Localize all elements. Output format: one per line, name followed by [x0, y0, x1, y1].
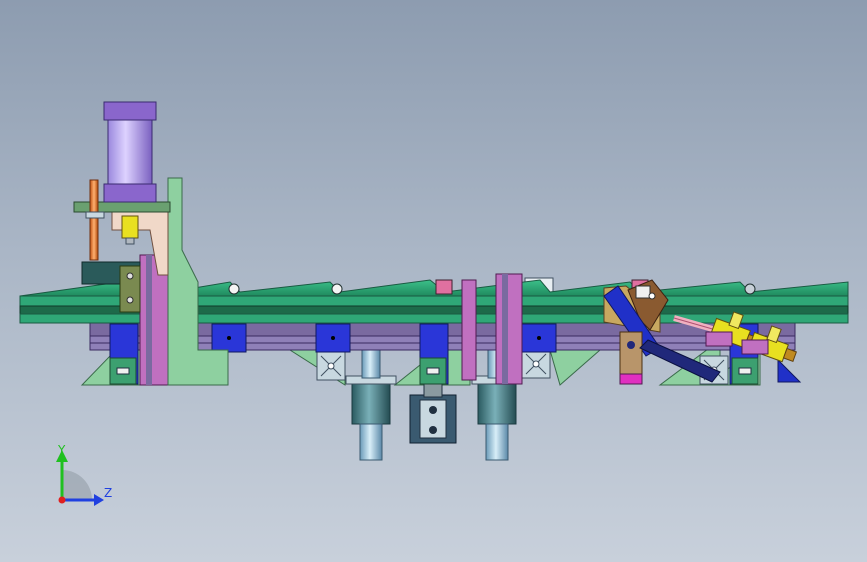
press-side-bracket [167, 177, 229, 386]
cylinder-barrel [107, 119, 153, 185]
clamp-actuator-body [619, 331, 643, 377]
triad-plane [62, 470, 92, 500]
gusset-5 [549, 349, 602, 386]
clamp-actuator-foot [619, 373, 643, 385]
cylinder-cap-top [103, 101, 157, 121]
pillar-housing-left [351, 379, 391, 425]
pillar-housing-right [477, 379, 517, 425]
extrusion-profile-3 [521, 349, 551, 379]
locator-pin-2 [331, 283, 343, 295]
extrusion-profile-2 [316, 351, 346, 381]
fixture-assembly-drawing: Y Z [19, 101, 849, 506]
clamp-wedge [777, 358, 802, 383]
triad-z-label: Z [104, 486, 112, 500]
press-fitting [121, 215, 139, 239]
post-right [495, 273, 523, 385]
guide-rod-orange [89, 179, 99, 261]
post-mid [461, 279, 477, 381]
locator-pin-1 [228, 283, 240, 295]
pillar-rod-right [485, 423, 509, 461]
locator-pin-3 [744, 283, 756, 295]
pillar-upper-left [361, 349, 381, 379]
press-top-plate [73, 201, 171, 213]
triad-origin [58, 496, 66, 504]
cad-viewport[interactable]: Y Z [0, 0, 867, 562]
pillar-rod-left [359, 423, 383, 461]
triad-y-label: Y [57, 443, 66, 457]
clamp-bolt-bottom [429, 426, 437, 434]
coordinate-triad: Y Z [56, 443, 112, 506]
locator-block-pink [435, 279, 453, 295]
clamp-neck [423, 382, 443, 398]
clamp-bolt-top [429, 406, 437, 414]
cylinder-cap-bottom [103, 183, 157, 203]
